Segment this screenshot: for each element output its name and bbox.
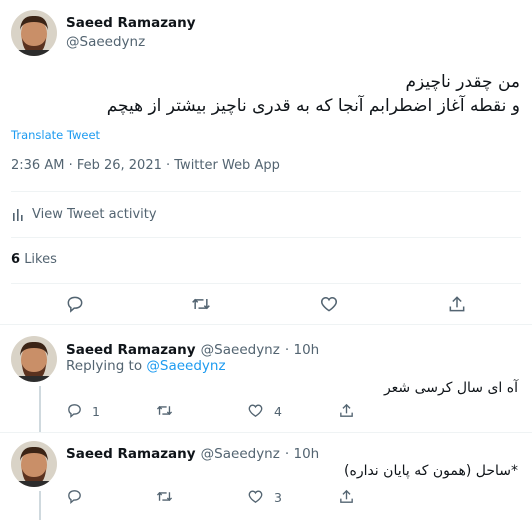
reply-text: *ساحل (همون که پایان نداره) [344, 463, 518, 479]
divider [11, 237, 521, 238]
share-icon[interactable] [338, 488, 355, 505]
avatar[interactable] [11, 336, 57, 382]
like-icon[interactable] [319, 294, 339, 314]
replying-to: Replying to @Saeedynz [66, 358, 226, 374]
reply-time[interactable]: · 10h [285, 342, 319, 358]
author-handle[interactable]: @Saeedynz [66, 34, 145, 50]
activity-icon [11, 207, 25, 221]
reply-icon[interactable] [65, 294, 85, 314]
retweet-icon[interactable] [156, 402, 173, 419]
divider [11, 191, 521, 192]
tweet-timestamp[interactable]: 2:36 AM · Feb 26, 2021 · Twitter Web App [11, 158, 280, 173]
like-count: 4 [274, 404, 282, 419]
reply-header: Saeed Ramazany @Saeedynz · 10h [66, 443, 319, 462]
like-icon[interactable] [247, 488, 264, 505]
reply-time[interactable]: · 10h [285, 446, 319, 462]
reply-text: آه ای سال کرسی شعر [383, 380, 518, 396]
reply-icon[interactable] [66, 402, 83, 419]
divider [11, 283, 521, 284]
share-icon[interactable] [338, 402, 355, 419]
avatar[interactable] [11, 441, 57, 487]
avatar-photo [11, 336, 57, 382]
like-count: 3 [274, 490, 282, 505]
avatar-photo [11, 441, 57, 487]
reply-count: 1 [92, 404, 100, 419]
tweet-text-line-2: و نقطه آغاز اضطرابم آنجا که به قدری ناچی… [106, 96, 520, 116]
tweet-text-line-1: من چقدر ناچیزم [405, 72, 520, 92]
reply-header: Saeed Ramazany @Saeedynz · 10h [66, 339, 319, 358]
likes-label: Likes [24, 252, 57, 267]
author-name[interactable]: Saeed Ramazany [66, 342, 196, 358]
author-name[interactable]: Saeed Ramazany [66, 15, 196, 31]
author-handle[interactable]: @Saeedynz [201, 342, 280, 358]
divider [0, 324, 532, 325]
divider [0, 432, 532, 433]
author-handle[interactable]: @Saeedynz [201, 446, 280, 462]
avatar-photo [11, 10, 57, 56]
likes-summary[interactable]: 6 Likes [11, 252, 57, 267]
view-tweet-activity[interactable]: View Tweet activity [11, 205, 157, 223]
activity-label: View Tweet activity [32, 206, 157, 222]
replying-prefix: Replying to [66, 358, 143, 374]
share-icon[interactable] [447, 294, 467, 314]
replying-handle[interactable]: @Saeedynz [146, 358, 225, 374]
retweet-icon[interactable] [156, 488, 173, 505]
likes-count: 6 [11, 252, 21, 267]
like-icon[interactable] [247, 402, 264, 419]
translate-tweet-link[interactable]: Translate Tweet [11, 128, 100, 142]
thread-line [39, 386, 41, 432]
thread-line [39, 491, 41, 520]
author-name[interactable]: Saeed Ramazany [66, 446, 196, 462]
avatar[interactable] [11, 10, 57, 56]
retweet-icon[interactable] [191, 294, 211, 314]
reply-icon[interactable] [66, 488, 83, 505]
